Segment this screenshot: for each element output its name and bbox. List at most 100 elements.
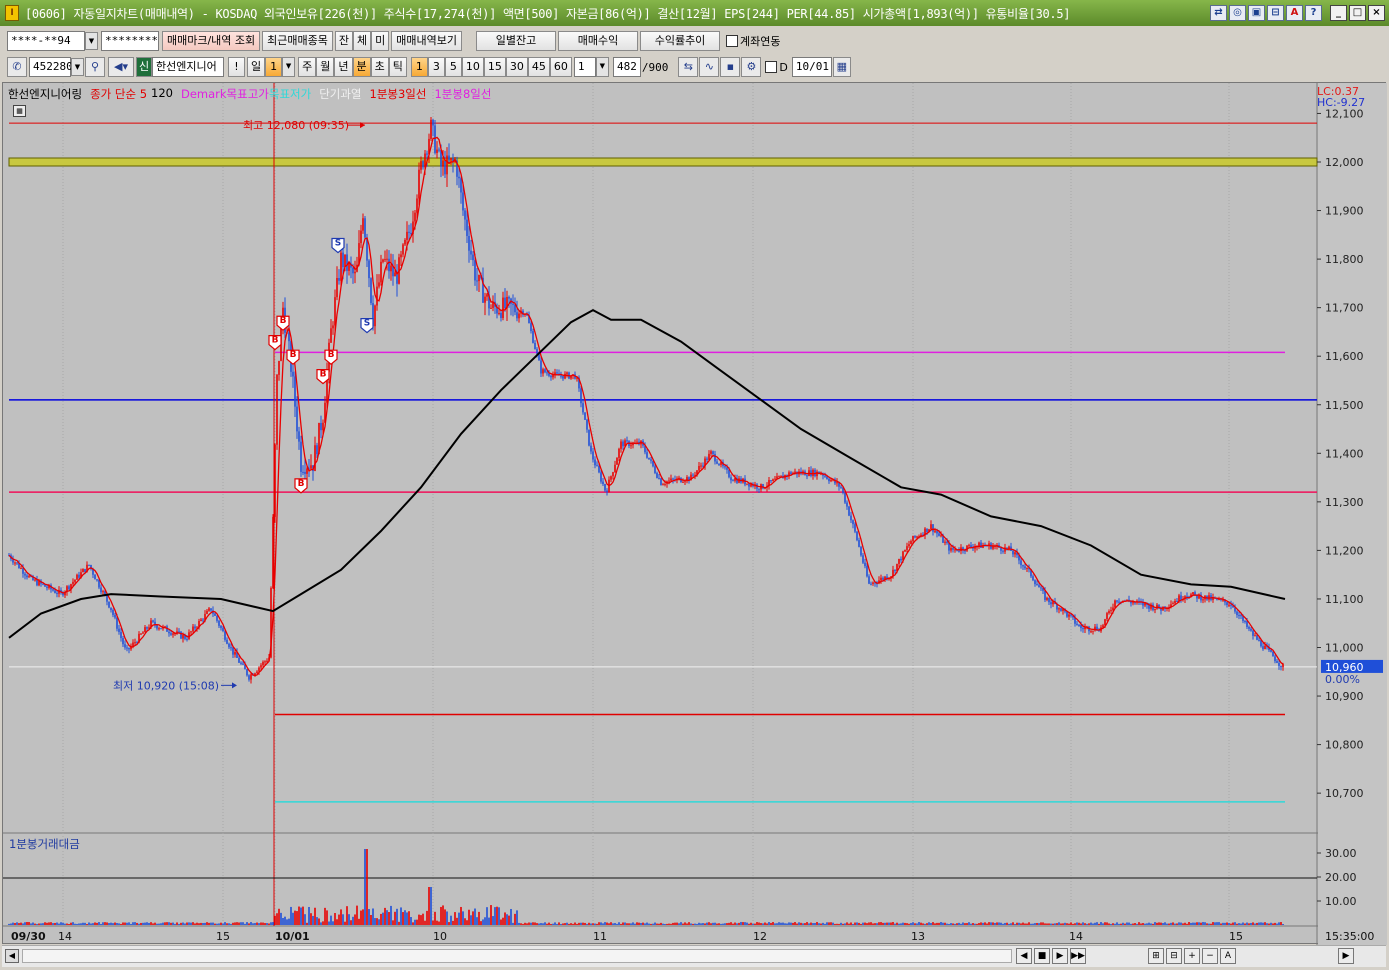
interval-field[interactable]: 1 — [573, 57, 596, 77]
filled-button[interactable]: 체 — [353, 31, 372, 51]
return-trend-button[interactable]: 수익률추이 — [640, 31, 721, 51]
table-icon[interactable]: ▦ — [13, 105, 26, 117]
minute-15[interactable]: 15 — [483, 57, 506, 77]
volume-bar — [436, 920, 438, 925]
stock-name-field[interactable]: 한선엔지니어 — [152, 57, 224, 77]
plus-icon[interactable]: + — [1184, 948, 1200, 964]
trade-profit-button[interactable]: 매매수익 — [558, 31, 639, 51]
candle-body — [298, 431, 300, 442]
volume-bar — [562, 923, 564, 925]
period-year[interactable]: 년 — [334, 57, 353, 77]
sync-icon[interactable]: ◎ — [1229, 5, 1246, 21]
price-chart[interactable]: BBBBBBSS최고 12,080 (09:35)최저 10,920 (15:0… — [3, 83, 1387, 945]
help-icon[interactable]: ? — [1305, 5, 1322, 21]
time-label: 10/01 — [275, 930, 310, 943]
minute-30[interactable]: 30 — [505, 57, 528, 77]
link-icon[interactable]: ⇄ — [1210, 5, 1227, 21]
minute-5[interactable]: 5 — [444, 57, 462, 77]
account-field[interactable]: ****-**94 — [7, 31, 85, 51]
candle-body — [702, 465, 704, 467]
gear-icon[interactable]: ⚙ — [741, 57, 762, 77]
date-checkbox[interactable] — [765, 61, 778, 73]
prev-icon[interactable]: ◀ — [1016, 948, 1032, 964]
volume-bar — [996, 922, 998, 925]
candle-body — [98, 580, 100, 588]
volume-bar — [1256, 922, 1258, 925]
recent-stocks-button[interactable]: 최근매매종목 — [262, 31, 333, 51]
search-icon[interactable]: ⚲ — [85, 57, 105, 77]
scroll-right-icon[interactable]: ▶ — [1338, 948, 1354, 964]
minute-1[interactable]: 1 — [410, 57, 428, 77]
trade-mark-query-button[interactable]: 매매마크/내역 조회 — [162, 31, 261, 51]
stock-code-field[interactable]: 452280 — [29, 57, 73, 77]
period-second[interactable]: 초 — [370, 57, 389, 77]
trade-history-button[interactable]: 매매내역보기 — [391, 31, 463, 51]
settings-icon[interactable]: ⇆ — [678, 57, 699, 77]
indicator-icon[interactable]: ∿ — [699, 57, 720, 77]
period-day-count[interactable]: 1 — [265, 57, 283, 77]
minute-45[interactable]: 45 — [527, 57, 550, 77]
candle-body — [240, 662, 242, 664]
horizontal-scrollbar[interactable] — [22, 949, 1012, 963]
period-minute[interactable]: 분 — [352, 57, 371, 77]
play-icon[interactable]: ▶ — [1052, 948, 1068, 964]
candle-body — [242, 663, 244, 665]
period-day-dropdown[interactable]: ▼ — [282, 57, 296, 77]
print-icon[interactable]: ⊟ — [1267, 5, 1284, 21]
candle-body — [852, 520, 854, 525]
scroll-left-icon[interactable]: ◀ — [5, 949, 19, 963]
volume-bar — [276, 913, 278, 925]
date-field[interactable]: 10/01 — [791, 57, 832, 77]
bar-count-field[interactable]: 482 — [612, 57, 641, 77]
minus-icon[interactable]: − — [1202, 948, 1218, 964]
volume-bar — [842, 923, 844, 925]
stock-code-dropdown[interactable]: ▼ — [71, 58, 84, 76]
volume-bar — [480, 921, 482, 925]
candle-body — [1270, 650, 1272, 652]
volume-bar — [878, 922, 880, 925]
close-button[interactable]: × — [1368, 5, 1385, 21]
period-month[interactable]: 월 — [316, 57, 335, 77]
minimize-button[interactable]: _ — [1330, 5, 1347, 21]
zoom-out-box-icon[interactable]: ⊟ — [1166, 948, 1182, 964]
daily-balance-button[interactable]: 일별잔고 — [476, 31, 557, 51]
volume-bar — [1152, 923, 1154, 925]
minute-10[interactable]: 10 — [461, 57, 484, 77]
account-link-checkbox[interactable] — [726, 35, 739, 47]
font-icon[interactable]: A — [1286, 5, 1303, 21]
save-icon[interactable]: ▪ — [720, 57, 741, 77]
volume-bar — [818, 923, 820, 925]
speaker-icon[interactable]: ◀▾ — [108, 57, 134, 77]
alert-button[interactable]: ! — [228, 57, 245, 77]
account-dropdown[interactable]: ▼ — [85, 32, 98, 50]
period-tick[interactable]: 틱 — [388, 57, 407, 77]
period-week[interactable]: 주 — [298, 57, 317, 77]
candle-body — [406, 231, 408, 240]
screen-icon[interactable]: ▣ — [1248, 5, 1265, 21]
volume-bar — [744, 922, 746, 925]
phone-icon[interactable]: ✆ — [7, 57, 27, 77]
maximize-button[interactable]: □ — [1349, 5, 1366, 21]
volume-bar — [240, 922, 242, 925]
volume-bar — [1262, 922, 1264, 925]
volume-bar — [78, 923, 80, 925]
fast-forward-icon[interactable]: ▶▶ — [1070, 948, 1086, 964]
volume-bar — [986, 923, 988, 925]
balance-button[interactable]: 잔 — [334, 31, 354, 51]
stop-icon[interactable]: ■ — [1034, 948, 1050, 964]
interval-dropdown[interactable]: ▼ — [595, 57, 609, 77]
unfilled-button[interactable]: 미 — [371, 31, 390, 51]
volume-bar — [402, 912, 404, 925]
minute-3[interactable]: 3 — [427, 57, 445, 77]
zoom-in-box-icon[interactable]: ⊞ — [1148, 948, 1164, 964]
password-field[interactable]: ******** — [101, 31, 159, 51]
volume-bar — [456, 917, 458, 925]
candle-body — [588, 429, 590, 446]
calendar-icon[interactable]: ▦ — [832, 57, 851, 77]
volume-bar — [256, 922, 258, 925]
minute-60[interactable]: 60 — [549, 57, 572, 77]
price-tick-label: 12,100 — [1325, 107, 1364, 120]
font-size-icon[interactable]: A — [1220, 948, 1236, 964]
candle-body — [950, 547, 952, 551]
period-day[interactable]: 일 — [247, 57, 266, 77]
